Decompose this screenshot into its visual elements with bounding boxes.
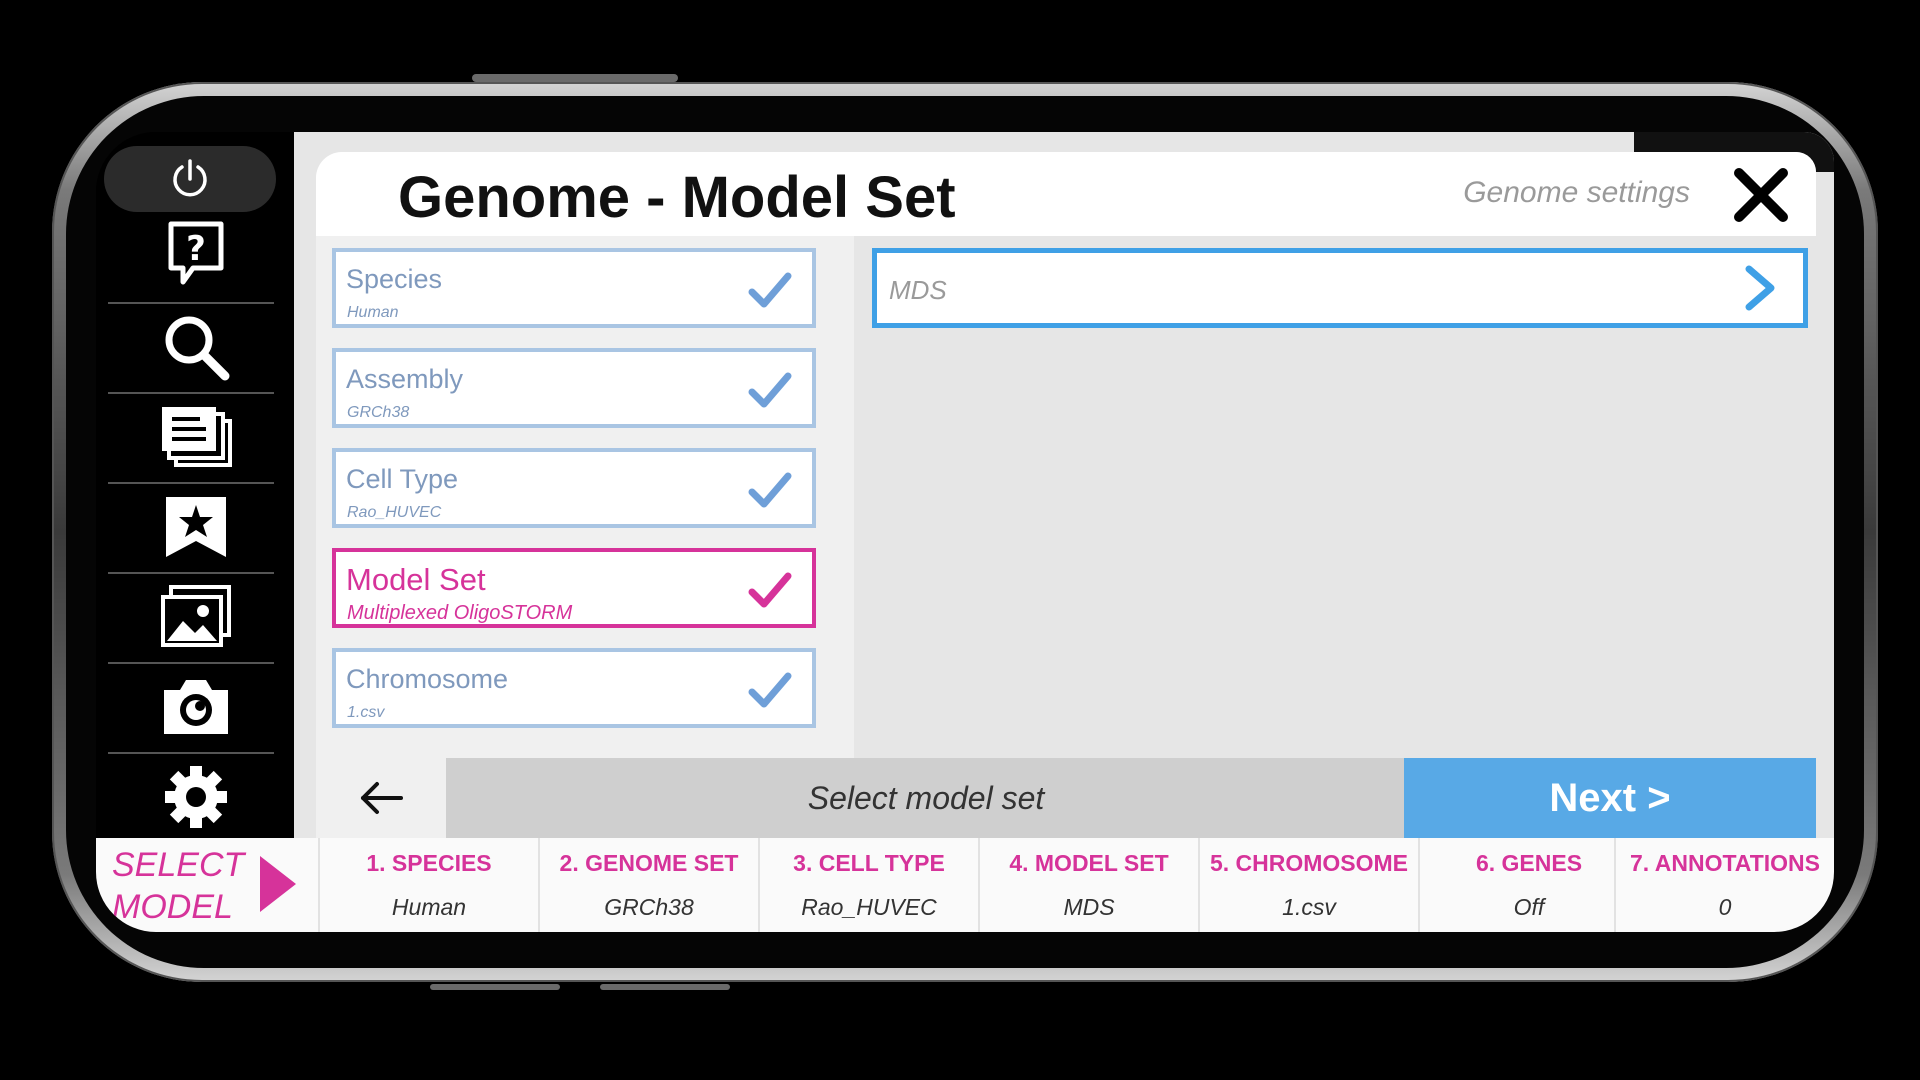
power-icon <box>173 159 207 197</box>
step-value: Multiplexed OligoSTORM <box>347 602 573 624</box>
checkmark-icon <box>748 272 792 308</box>
bookmark-star-icon <box>166 497 226 557</box>
crumb-annotations[interactable]: 7. ANNOTATIONS 0 <box>1614 838 1834 932</box>
help-button[interactable]: ? <box>106 216 286 294</box>
toolbar-divider <box>108 662 274 664</box>
toolbar-divider <box>108 752 274 754</box>
step-cell-type[interactable]: Cell Type Rao_HUVEC <box>332 448 816 528</box>
crumb-value: Off <box>1513 894 1545 920</box>
power-button[interactable] <box>104 146 276 212</box>
step-label: Model Set <box>346 562 486 597</box>
step-value: GRCh38 <box>347 404 410 421</box>
option-mds[interactable]: MDS <box>872 248 1808 328</box>
step-value: 1.csv <box>347 704 385 721</box>
crumb-title: 6. GENES <box>1475 850 1583 876</box>
phone-side-button <box>430 984 560 990</box>
step-assembly[interactable]: Assembly GRCh38 <box>332 348 816 428</box>
crumb-species[interactable]: 1. SPECIES Human <box>318 838 538 932</box>
crumb-title: 3. CELL TYPE <box>793 850 945 876</box>
bookmarks-button[interactable] <box>106 488 286 566</box>
dialog-footer: Select model set Next > <box>316 758 1816 838</box>
step-chromosome[interactable]: Chromosome 1.csv <box>332 648 816 728</box>
footer-status: Select model set <box>807 779 1045 816</box>
crumb-title: 1. SPECIES <box>366 850 492 876</box>
crumb-model-set[interactable]: 4. MODEL SET MDS <box>978 838 1198 932</box>
crumb-value: GRCh38 <box>604 894 694 920</box>
option-label: MDS <box>889 275 947 305</box>
step-label: Assembly <box>346 364 464 394</box>
step-value: Rao_HUVEC <box>347 504 442 521</box>
step-species[interactable]: Species Human <box>332 248 816 328</box>
crumb-title: 5. CHROMOSOME <box>1209 850 1409 876</box>
step-label: Chromosome <box>346 664 509 694</box>
crumb-genes[interactable]: 6. GENES Off <box>1418 838 1638 932</box>
crumb-genome-set[interactable]: 2. GENOME SET GRCh38 <box>538 838 758 932</box>
camera-icon <box>164 680 228 734</box>
toolbar-divider <box>108 302 274 304</box>
settings-button[interactable] <box>106 758 286 836</box>
steps-panel: Species Human Assembly GRCh38 Cell Type … <box>316 236 846 766</box>
toolbar-divider <box>108 572 274 574</box>
step-value: Human <box>347 304 399 321</box>
documents-icon <box>162 407 232 467</box>
gallery-button[interactable] <box>106 578 286 656</box>
documents-button[interactable] <box>106 398 286 476</box>
crumb-cell-type[interactable]: 3. CELL TYPE Rao_HUVEC <box>758 838 978 932</box>
genome-dialog: Genome - Model Set Genome settings Speci… <box>316 152 1816 838</box>
toolbar-divider <box>108 392 274 394</box>
close-icon <box>1734 168 1788 222</box>
checkmark-icon <box>748 572 792 608</box>
crumb-value: 1.csv <box>1282 894 1336 920</box>
crumb-value: Rao_HUVEC <box>801 894 937 920</box>
toolbar-divider <box>108 482 274 484</box>
help-icon: ? <box>168 221 224 285</box>
select-model-line: SELECT <box>112 846 245 884</box>
checkmark-icon <box>748 372 792 408</box>
crumb-value: 0 <box>1718 894 1732 920</box>
search-icon <box>165 316 230 381</box>
crumb-value: MDS <box>1063 894 1115 920</box>
close-button[interactable] <box>1728 162 1794 228</box>
settings-gear-icon <box>165 766 227 828</box>
dialog-subtitle: Genome settings <box>1463 176 1690 209</box>
checkmark-icon <box>748 672 792 708</box>
dialog-title: Genome - Model Set <box>398 165 956 230</box>
next-button[interactable]: Next > <box>1404 758 1816 838</box>
model-set-options: MDS <box>854 236 1816 766</box>
arrow-left-icon <box>361 782 403 814</box>
phone-volume-button <box>472 74 678 82</box>
search-button[interactable] <box>106 308 286 386</box>
left-toolbar: ? <box>96 132 294 838</box>
play-arrow-icon <box>260 856 296 912</box>
crumb-chromosome[interactable]: 5. CHROMOSOME 1.csv <box>1198 838 1418 932</box>
crumb-title: 7. ANNOTATIONS <box>1630 850 1820 876</box>
crumb-title: 4. MODEL SET <box>1009 850 1169 876</box>
crumb-value: Human <box>391 894 467 920</box>
chevron-right-icon <box>1745 265 1775 311</box>
camera-button[interactable] <box>106 668 286 746</box>
step-label: Cell Type <box>346 464 459 494</box>
step-model-set[interactable]: Model Set Multiplexed OligoSTORM <box>332 548 816 628</box>
gallery-icon <box>161 585 231 647</box>
dialog-header: Genome - Model Set Genome settings <box>316 152 1816 236</box>
svg-text:?: ? <box>186 229 206 269</box>
back-button[interactable] <box>316 758 446 838</box>
select-model-label: SELECT MODEL <box>112 844 262 928</box>
step-label: Species <box>346 264 443 294</box>
select-model-line: MODEL <box>112 888 233 926</box>
crumb-title: 2. GENOME SET <box>559 850 739 876</box>
breadcrumb-bar: SELECT MODEL 1. SPECIES Human 2. GENOME … <box>96 838 1834 932</box>
phone-side-button <box>600 984 730 990</box>
checkmark-icon <box>748 472 792 508</box>
phone-screen: ? Genome - Model Set Genome settings Spe… <box>96 132 1834 932</box>
